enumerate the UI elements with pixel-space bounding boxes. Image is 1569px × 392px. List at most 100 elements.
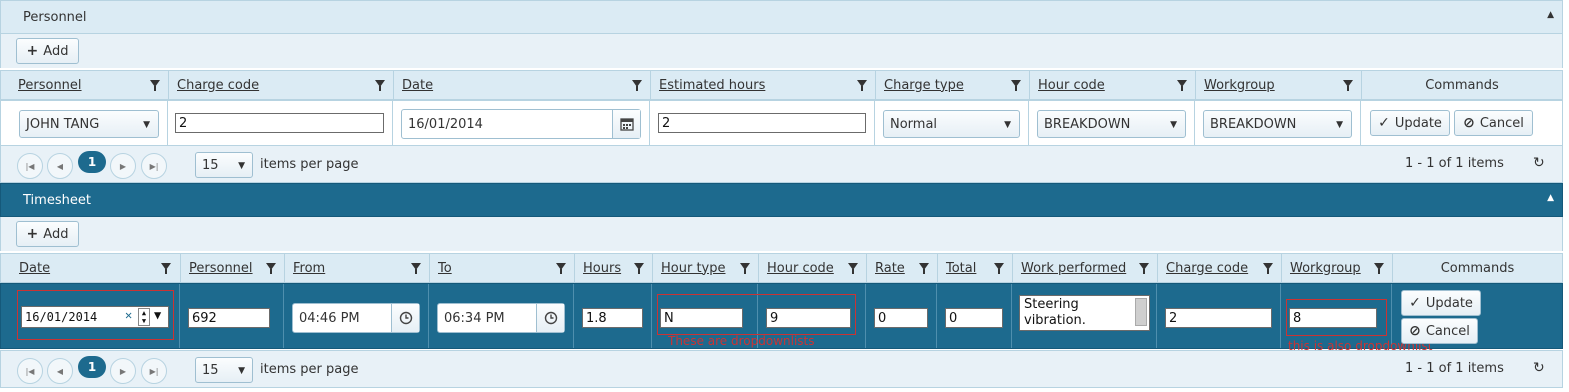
col-commands: Commands <box>1361 71 1562 99</box>
col-hour-code[interactable]: Hour code <box>1029 71 1195 99</box>
personnel-input[interactable]: 692 <box>188 308 270 328</box>
collapse-icon[interactable]: ▲ <box>1547 10 1554 20</box>
filter-icon[interactable] <box>994 263 1004 274</box>
col-hour-code[interactable]: Hour code <box>758 254 866 282</box>
cancel-icon: ⊘ <box>1409 323 1421 339</box>
last-page-icon[interactable]: ▶| <box>141 153 167 179</box>
col-charge-code[interactable]: Charge code <box>1157 254 1281 282</box>
calendar-icon[interactable] <box>612 110 640 138</box>
total-input[interactable]: 0 <box>945 308 1003 328</box>
col-date[interactable]: Date <box>11 254 179 282</box>
timesheet-header-row: Date Personnel From To Hours Hour type H… <box>0 253 1563 283</box>
filter-icon[interactable] <box>632 80 642 91</box>
cancel-button[interactable]: ⊘ Cancel <box>1401 318 1478 344</box>
workgroup-dropdown[interactable]: BREAKDOWN ▼ <box>1203 110 1352 138</box>
filter-icon[interactable] <box>848 263 858 274</box>
col-rate[interactable]: Rate <box>866 254 937 282</box>
prev-page-icon[interactable]: ◀ <box>47 358 73 384</box>
personnel-header-row: Personnel Charge code Date Estimated hou… <box>0 70 1563 100</box>
filter-icon[interactable] <box>411 263 421 274</box>
clock-icon[interactable] <box>536 304 564 332</box>
add-label: Add <box>43 226 69 242</box>
col-workgroup[interactable]: Workgroup <box>1195 71 1361 99</box>
filter-icon[interactable] <box>266 263 276 274</box>
date-picker[interactable]: 16/01/2014 <box>401 109 641 139</box>
items-per-page-label: items per page <box>260 362 359 377</box>
col-workgroup[interactable]: Workgroup <box>1281 254 1392 282</box>
filter-icon[interactable] <box>556 263 566 274</box>
filter-icon[interactable] <box>375 80 385 91</box>
personnel-add-button[interactable]: + Add <box>16 38 79 64</box>
check-icon: ✓ <box>1409 295 1421 311</box>
page-size-dropdown[interactable]: 15 ▼ <box>195 357 253 383</box>
filter-icon[interactable] <box>1374 263 1384 274</box>
filter-icon[interactable] <box>150 80 160 91</box>
col-work-performed[interactable]: Work performed <box>1012 254 1157 282</box>
personnel-pager: |◀ ◀ 1 ▶ ▶| 15 ▼ items per page 1 - 1 of … <box>0 145 1563 183</box>
col-date[interactable]: Date <box>393 71 650 99</box>
col-personnel[interactable]: Personnel <box>180 254 284 282</box>
chevron-down-icon: ▼ <box>238 366 245 376</box>
timesheet-pager: |◀ ◀ 1 ▶ ▶| 15 ▼ items per page 1 - 1 of … <box>0 350 1563 388</box>
col-from[interactable]: From <box>284 254 429 282</box>
page-size-dropdown[interactable]: 15 ▼ <box>195 152 253 178</box>
refresh-icon[interactable]: ↻ <box>1533 360 1545 376</box>
personnel-toolbar: + Add <box>0 34 1563 68</box>
filter-icon[interactable] <box>1263 263 1273 274</box>
current-page[interactable]: 1 <box>78 356 106 378</box>
estimated-hours-input[interactable]: 2 <box>658 113 866 133</box>
next-page-icon[interactable]: ▶ <box>110 153 136 179</box>
first-page-icon[interactable]: |◀ <box>17 358 43 384</box>
prev-page-icon[interactable]: ◀ <box>47 153 73 179</box>
col-personnel[interactable]: Personnel <box>10 71 168 99</box>
charge-code-input[interactable]: 2 <box>175 113 384 133</box>
hours-input[interactable]: 1.8 <box>582 308 643 328</box>
filter-icon[interactable] <box>740 263 750 274</box>
update-button[interactable]: ✓ Update <box>1370 110 1450 136</box>
personnel-panel-header[interactable]: Personnel ▲ <box>0 0 1563 34</box>
to-time-picker[interactable]: 06:34 PM <box>437 303 565 333</box>
charge-type-dropdown[interactable]: Normal ▼ <box>883 110 1020 138</box>
chevron-down-icon: ▼ <box>1004 120 1011 130</box>
first-page-icon[interactable]: |◀ <box>17 153 43 179</box>
filter-icon[interactable] <box>1139 263 1149 274</box>
current-page[interactable]: 1 <box>78 151 106 173</box>
timesheet-panel-title: Timesheet <box>23 192 91 208</box>
next-page-icon[interactable]: ▶ <box>110 358 136 384</box>
timesheet-panel-header[interactable]: Timesheet ▲ <box>0 183 1563 217</box>
add-label: Add <box>43 43 69 59</box>
from-time-picker[interactable]: 04:46 PM <box>292 303 420 333</box>
filter-icon[interactable] <box>1177 80 1187 91</box>
col-charge-code[interactable]: Charge code <box>168 71 393 99</box>
filter-icon[interactable] <box>1011 80 1021 91</box>
personnel-dropdown[interactable]: JOHN TANG ▼ <box>19 110 159 138</box>
clock-icon[interactable] <box>391 304 419 332</box>
col-estimated-hours[interactable]: Estimated hours <box>650 71 875 99</box>
hour-code-dropdown[interactable]: BREAKDOWN ▼ <box>1037 110 1186 138</box>
pager-summary: 1 - 1 of 1 items <box>1405 361 1504 376</box>
refresh-icon[interactable]: ↻ <box>1533 155 1545 171</box>
col-hour-type[interactable]: Hour type <box>652 254 758 282</box>
filter-icon[interactable] <box>857 80 867 91</box>
date-annotation-box <box>17 290 174 340</box>
update-button[interactable]: ✓ Update <box>1401 290 1481 316</box>
plus-icon: + <box>26 43 39 59</box>
filter-icon[interactable] <box>161 263 171 274</box>
filter-icon[interactable] <box>634 263 644 274</box>
col-to[interactable]: To <box>429 254 574 282</box>
col-charge-type[interactable]: Charge type <box>875 71 1029 99</box>
timesheet-add-button[interactable]: + Add <box>16 221 79 247</box>
filter-icon[interactable] <box>1343 80 1353 91</box>
cancel-button[interactable]: ⊘ Cancel <box>1454 110 1533 136</box>
rate-input[interactable]: 0 <box>874 308 928 328</box>
filter-icon[interactable] <box>919 263 929 274</box>
collapse-icon[interactable]: ▲ <box>1547 193 1554 203</box>
personnel-edit-row: JOHN TANG ▼ 2 16/01/2014 2 Normal ▼ BREAKD… <box>0 100 1563 146</box>
last-page-icon[interactable]: ▶| <box>141 358 167 384</box>
dropdowns-annotation: These are dropdownlists <box>668 334 815 348</box>
col-hours[interactable]: Hours <box>574 254 652 282</box>
charge-code-input[interactable]: 2 <box>1165 308 1272 328</box>
col-total[interactable]: Total <box>937 254 1012 282</box>
scrollbar[interactable] <box>1135 298 1147 326</box>
work-performed-textarea[interactable]: Steering vibration. <box>1019 295 1150 331</box>
